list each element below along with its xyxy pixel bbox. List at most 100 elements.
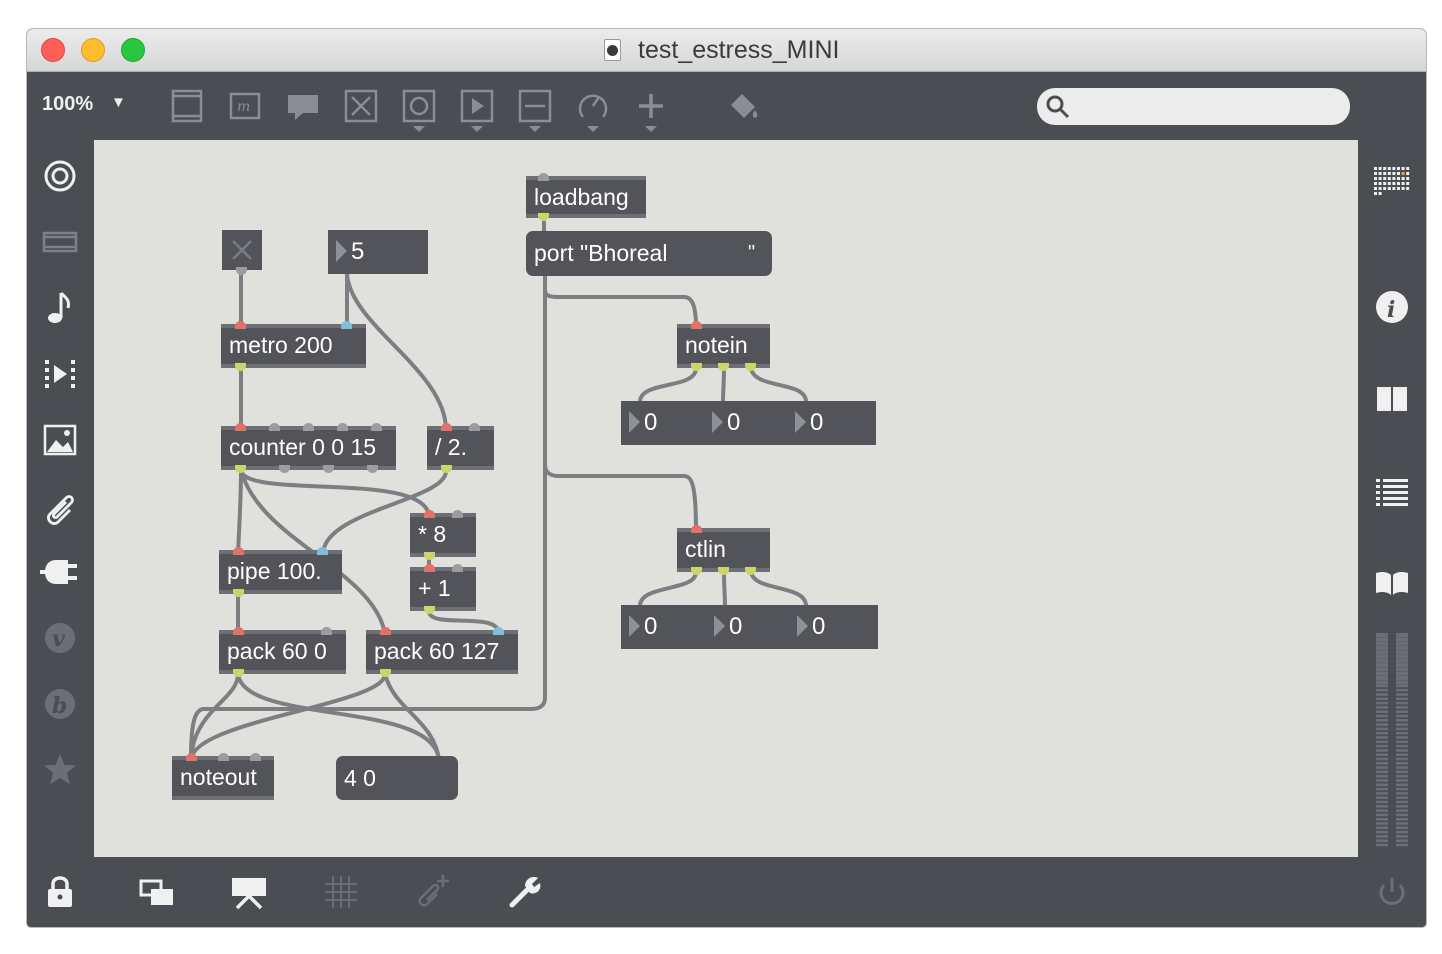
channel-number[interactable]: 0 xyxy=(812,613,825,640)
inlet[interactable] xyxy=(493,627,504,635)
outlet[interactable] xyxy=(718,363,729,371)
outlet[interactable] xyxy=(441,465,452,473)
outlet[interactable] xyxy=(235,465,246,473)
bpatcher-icon[interactable]: b xyxy=(40,684,80,724)
port-message-box[interactable]: port "Bhoreal " xyxy=(526,231,772,276)
grid-icon[interactable] xyxy=(321,872,361,912)
playlist-icon[interactable] xyxy=(40,354,80,394)
presentation-icon[interactable] xyxy=(459,88,495,132)
inlet[interactable] xyxy=(317,547,328,555)
outlet[interactable] xyxy=(367,465,378,473)
dial-icon[interactable] xyxy=(575,88,611,132)
outlet[interactable] xyxy=(691,567,702,575)
outlet[interactable] xyxy=(745,567,756,575)
presentation-mode-icon[interactable] xyxy=(229,872,269,912)
outlet[interactable] xyxy=(235,363,246,371)
open-book-icon[interactable] xyxy=(1372,563,1412,603)
target-icon[interactable] xyxy=(40,156,80,196)
search-field[interactable] xyxy=(1037,88,1350,125)
reference-book-icon[interactable] xyxy=(1372,379,1412,419)
pitch-number[interactable]: 0 xyxy=(644,401,704,445)
controller-number[interactable]: 0 xyxy=(729,605,789,649)
channel-number[interactable]: 0 xyxy=(810,409,823,436)
close-window-button[interactable] xyxy=(41,38,65,62)
comment-icon[interactable] xyxy=(285,88,321,124)
counter-object[interactable]: counter 0 0 15 xyxy=(221,423,396,473)
patcher-canvas[interactable]: 5 loadbang port "Bhoreal " metro 200 not… xyxy=(94,140,1358,857)
paint-bucket-icon[interactable] xyxy=(725,88,761,124)
inlet[interactable] xyxy=(691,321,702,329)
inlet[interactable] xyxy=(691,525,702,533)
inlet[interactable] xyxy=(469,423,480,431)
loadbang-object[interactable]: loadbang xyxy=(526,173,646,221)
inlet[interactable] xyxy=(218,753,229,761)
lock-icon[interactable] xyxy=(40,872,80,912)
patcher-view-icon[interactable] xyxy=(169,88,205,124)
music-note-icon[interactable] xyxy=(40,288,80,328)
inlet[interactable] xyxy=(186,753,197,761)
number-box-metro-rate[interactable]: 5 xyxy=(328,230,428,274)
outlet[interactable] xyxy=(538,213,549,221)
inlet[interactable] xyxy=(452,510,463,518)
inlet[interactable] xyxy=(233,627,244,635)
outlet[interactable] xyxy=(233,669,244,677)
toggle[interactable] xyxy=(222,230,262,275)
toggle-object-icon[interactable] xyxy=(343,88,379,124)
power-icon[interactable] xyxy=(1372,872,1412,912)
notein-object[interactable]: notein xyxy=(677,321,770,371)
snap-attach-icon[interactable] xyxy=(413,872,453,912)
noteout-object[interactable]: noteout xyxy=(172,753,274,800)
message-box-icon[interactable]: m xyxy=(227,88,263,124)
inlet[interactable] xyxy=(538,173,549,181)
multiply-object[interactable]: * 8 xyxy=(410,510,476,560)
outlet[interactable] xyxy=(380,669,391,677)
zoom-window-button[interactable] xyxy=(121,38,145,62)
paperclip-icon[interactable] xyxy=(40,486,80,526)
velocity-number[interactable]: 0 xyxy=(727,401,787,445)
plus-object[interactable]: + 1 xyxy=(410,564,476,614)
pack-object[interactable]: pack 60 127 xyxy=(366,627,518,677)
inlet[interactable] xyxy=(441,423,452,431)
inlet[interactable] xyxy=(380,627,391,635)
outlet[interactable] xyxy=(424,552,435,560)
outlet[interactable] xyxy=(718,567,729,575)
minimize-window-button[interactable] xyxy=(81,38,105,62)
inlet[interactable] xyxy=(235,423,246,431)
divide-object[interactable]: / 2. xyxy=(427,423,494,473)
metro-object[interactable]: metro 200 xyxy=(221,321,366,371)
inlet[interactable] xyxy=(233,547,244,555)
title-bar[interactable]: test_estress_MINI xyxy=(27,29,1426,72)
slider-icon[interactable] xyxy=(517,88,553,132)
inlet[interactable] xyxy=(269,423,280,431)
inlet[interactable] xyxy=(337,423,348,431)
ctlin-object[interactable]: ctlin xyxy=(677,525,770,575)
outlet[interactable] xyxy=(691,363,702,371)
outlet[interactable] xyxy=(279,465,290,473)
outlet[interactable] xyxy=(236,267,247,275)
inlet[interactable] xyxy=(235,321,246,329)
wrench-icon[interactable] xyxy=(505,872,545,912)
image-icon[interactable] xyxy=(40,420,80,460)
pipe-object[interactable]: pipe 100. xyxy=(219,547,342,597)
add-object-icon[interactable] xyxy=(633,88,669,132)
outlet[interactable] xyxy=(745,363,756,371)
outlet[interactable] xyxy=(424,606,435,614)
inlet[interactable] xyxy=(424,510,435,518)
inlet[interactable] xyxy=(321,627,332,635)
outlet[interactable] xyxy=(233,589,244,597)
list-message-box[interactable]: 4 0 xyxy=(336,756,458,800)
search-input[interactable] xyxy=(1075,92,1340,121)
grid-dots-icon[interactable] xyxy=(1372,163,1412,203)
list-icon[interactable] xyxy=(1372,471,1412,511)
info-icon[interactable]: i xyxy=(1372,287,1412,327)
zoom-level[interactable]: 100% xyxy=(42,93,93,116)
media-icon[interactable] xyxy=(40,222,80,262)
zoom-dropdown-icon[interactable]: ▼ xyxy=(111,94,126,111)
inlet[interactable] xyxy=(371,423,382,431)
outlet[interactable] xyxy=(323,465,334,473)
inlet[interactable] xyxy=(452,564,463,572)
inlet[interactable] xyxy=(341,321,352,329)
inlet[interactable] xyxy=(250,753,261,761)
plug-icon[interactable] xyxy=(40,552,80,592)
new-view-icon[interactable] xyxy=(137,872,177,912)
